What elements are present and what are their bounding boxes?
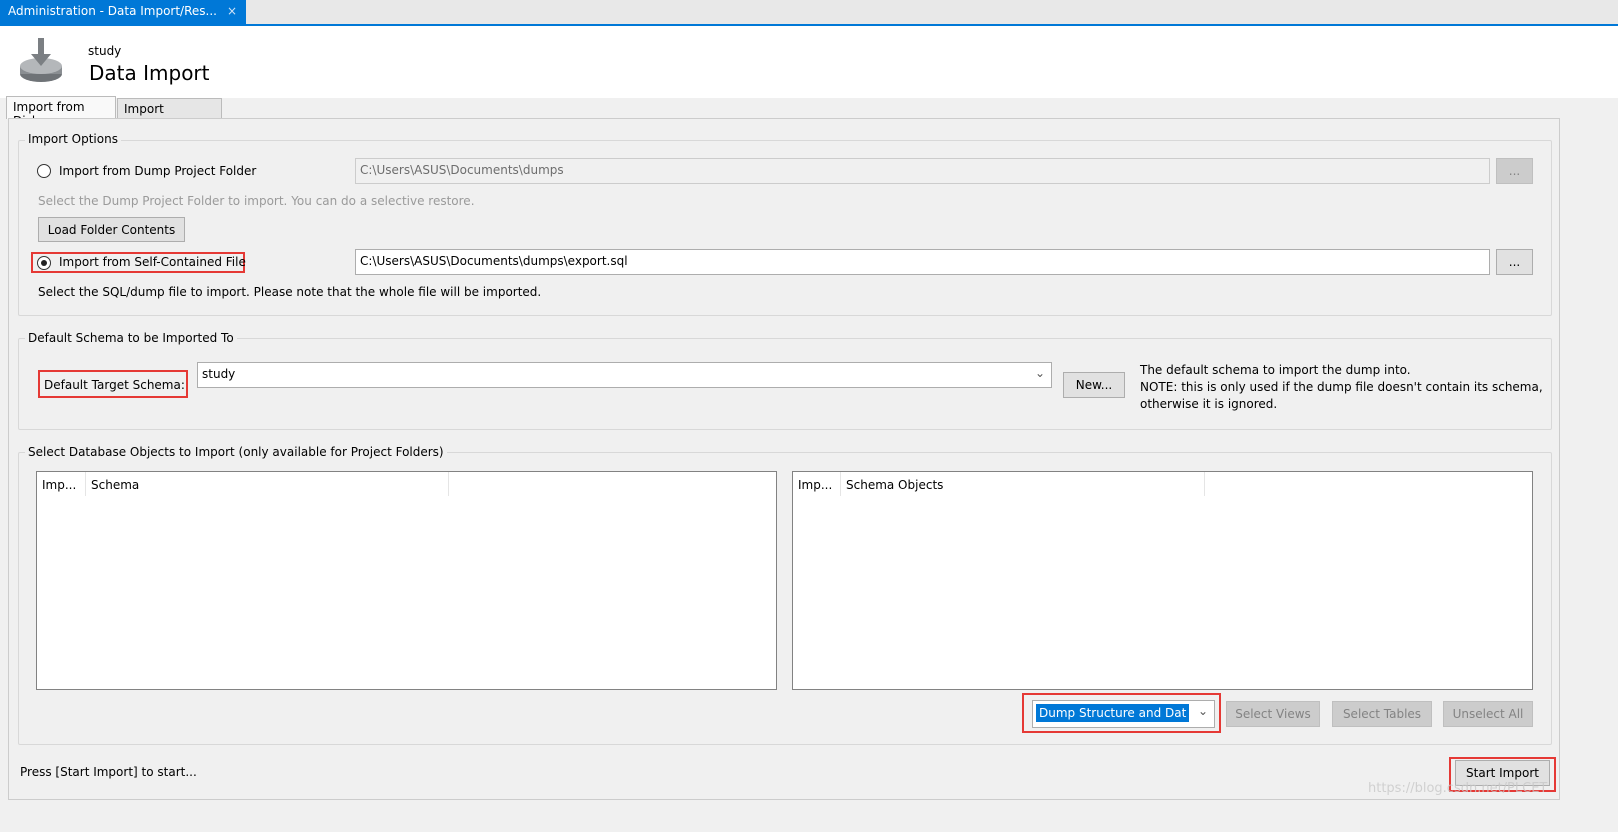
dump-type-select[interactable]: Dump Structure and Dat ⌄ xyxy=(1032,700,1215,728)
chevron-down-icon: ⌄ xyxy=(1197,704,1208,718)
schema-list[interactable]: Imp... Schema xyxy=(36,471,777,690)
schema-note-line: otherwise it is ignored. xyxy=(1140,397,1278,411)
folder-path-input[interactable]: C:\Users\ASUS\Documents\dumps xyxy=(355,158,1490,184)
folder-radio[interactable] xyxy=(37,164,51,178)
target-schema-label: Default Target Schema: xyxy=(44,378,185,392)
file-radio[interactable] xyxy=(37,256,51,270)
browse-folder-button[interactable]: ... xyxy=(1496,158,1533,184)
schema-note-line: NOTE: this is only used if the dump file… xyxy=(1140,380,1543,394)
status-text: Press [Start Import] to start... xyxy=(20,765,197,779)
dump-type-value: Dump Structure and Dat xyxy=(1036,704,1190,722)
column-header-schema-objects[interactable]: Schema Objects xyxy=(841,472,1205,496)
browse-file-button[interactable]: ... xyxy=(1496,249,1533,275)
column-header-import[interactable]: Imp... xyxy=(37,472,86,496)
file-radio-label[interactable]: Import from Self-Contained File xyxy=(59,255,246,269)
tab-import-from-disk[interactable]: Import from Disk xyxy=(6,96,116,128)
select-tables-button[interactable]: Select Tables xyxy=(1332,701,1432,727)
new-schema-button[interactable]: New... xyxy=(1063,372,1125,398)
import-disk-icon xyxy=(20,38,62,82)
target-schema-value: study xyxy=(202,367,236,381)
folder-hint: Select the Dump Project Folder to import… xyxy=(38,194,475,208)
load-folder-contents-button[interactable]: Load Folder Contents xyxy=(38,217,185,242)
tab-import-progress[interactable]: Import Progress xyxy=(117,98,222,130)
document-tab-title: Administration - Data Import/Res... xyxy=(8,4,217,18)
file-hint: Select the SQL/dump file to import. Plea… xyxy=(38,285,542,299)
document-tab[interactable]: Administration - Data Import/Res... × xyxy=(0,0,246,24)
schema-name: study xyxy=(88,44,122,58)
page-title: Data Import xyxy=(89,61,210,85)
default-schema-legend: Default Schema to be Imported To xyxy=(25,331,237,345)
import-options-legend: Import Options xyxy=(25,132,121,146)
schema-objects-list[interactable]: Imp... Schema Objects xyxy=(792,471,1533,690)
column-header-schema[interactable]: Schema xyxy=(86,472,449,496)
schema-note: The default schema to import the dump in… xyxy=(1140,362,1543,413)
select-views-button[interactable]: Select Views xyxy=(1226,701,1320,727)
schema-note-line: The default schema to import the dump in… xyxy=(1140,363,1411,377)
folder-radio-label[interactable]: Import from Dump Project Folder xyxy=(59,164,256,178)
objects-legend: Select Database Objects to Import (only … xyxy=(25,445,447,459)
close-icon[interactable]: × xyxy=(227,4,237,18)
page-header xyxy=(0,26,1618,98)
column-header-import[interactable]: Imp... xyxy=(793,472,841,496)
chevron-down-icon: ⌄ xyxy=(1034,366,1045,380)
file-path-input[interactable]: C:\Users\ASUS\Documents\dumps\export.sql xyxy=(355,249,1490,275)
unselect-all-button[interactable]: Unselect All xyxy=(1443,701,1533,727)
target-schema-select[interactable]: study ⌄ xyxy=(197,362,1052,388)
watermark: https://blog.csdn.net/PLCET xyxy=(1368,781,1548,796)
